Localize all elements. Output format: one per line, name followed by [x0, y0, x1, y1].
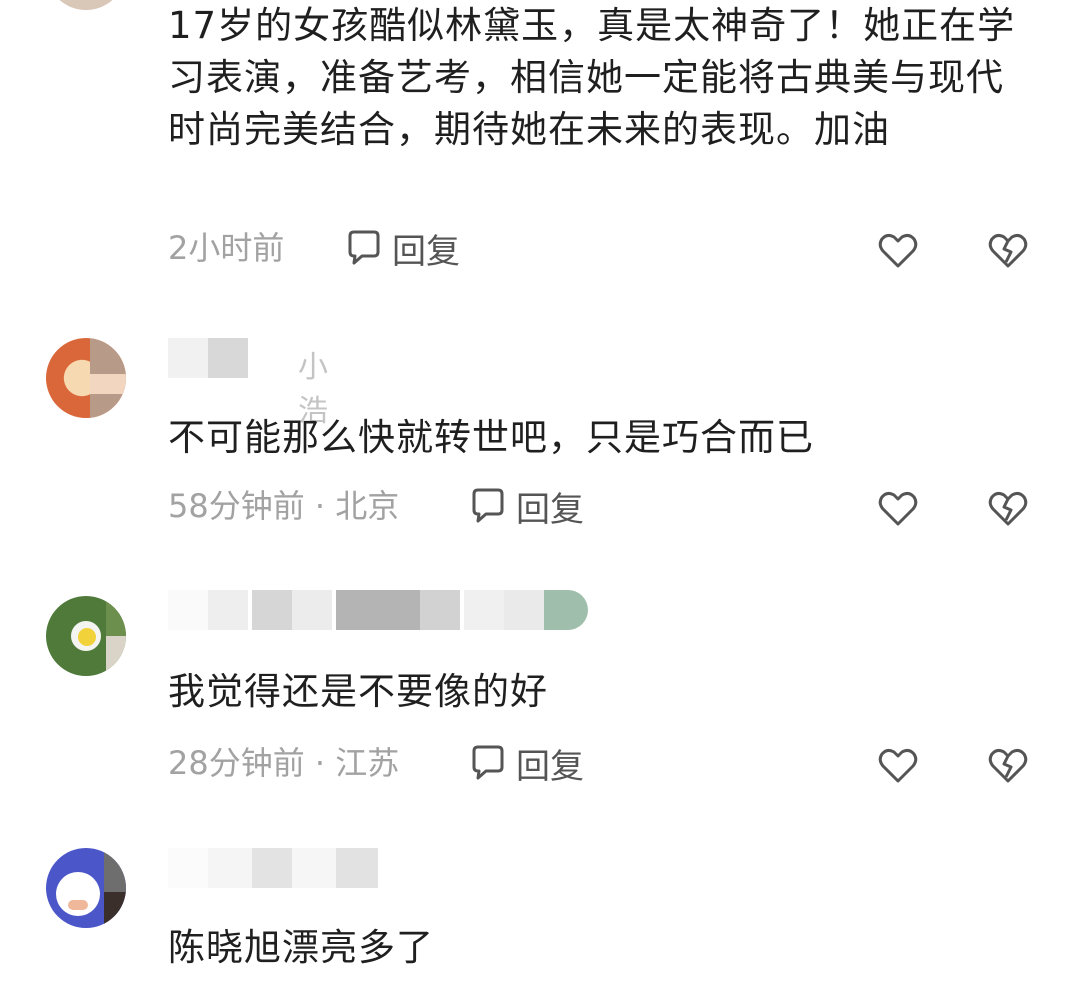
username-redacted[interactable]	[168, 590, 588, 630]
broken-heart-icon[interactable]	[986, 228, 1030, 272]
heart-icon[interactable]	[876, 228, 920, 272]
heart-icon[interactable]	[876, 743, 920, 787]
location-label: 江苏	[335, 744, 400, 782]
time-label: 28分钟前	[168, 744, 305, 782]
reply-button[interactable]: 回复	[468, 484, 584, 530]
comment-bubble-icon	[472, 488, 504, 523]
comment-time: 2小时前	[168, 226, 284, 270]
avatar[interactable]	[46, 0, 126, 10]
reply-label: 回复	[516, 489, 584, 530]
avatar[interactable]	[46, 596, 126, 676]
comment-time: 28分钟前 · 江苏	[168, 741, 399, 785]
broken-heart-icon[interactable]	[986, 743, 1030, 787]
comment-text: 我觉得还是不要像的好	[168, 670, 548, 713]
time-label: 2小时前	[168, 229, 285, 267]
reply-label: 回复	[516, 746, 584, 787]
comment-bubble-icon	[348, 230, 380, 265]
reply-button[interactable]: 回复	[468, 741, 584, 787]
meta-separator: ·	[304, 744, 336, 782]
avatar[interactable]	[46, 338, 126, 418]
comment-time: 58分钟前 · 北京	[168, 484, 399, 528]
comment-bubble-icon	[472, 745, 504, 780]
comment-text: 不可能那么快就转世吧，只是巧合而已	[168, 416, 814, 459]
comment-text: 17岁的女孩酷似林黛玉，真是太神奇了！她正在学习表演，准备艺考，相信她一定能将古…	[168, 4, 1016, 151]
location-label: 北京	[335, 487, 400, 525]
time-label: 58分钟前	[168, 487, 305, 525]
username-redacted[interactable]	[168, 848, 378, 888]
broken-heart-icon[interactable]	[986, 486, 1030, 530]
avatar[interactable]	[46, 848, 126, 928]
reply-label: 回复	[392, 231, 460, 272]
username-redacted[interactable]: 小浩	[168, 338, 348, 429]
heart-icon[interactable]	[876, 486, 920, 530]
meta-separator: ·	[304, 487, 336, 525]
comment-text: 陈晓旭漂亮多了	[168, 926, 434, 969]
reply-button[interactable]: 回复	[344, 226, 460, 272]
